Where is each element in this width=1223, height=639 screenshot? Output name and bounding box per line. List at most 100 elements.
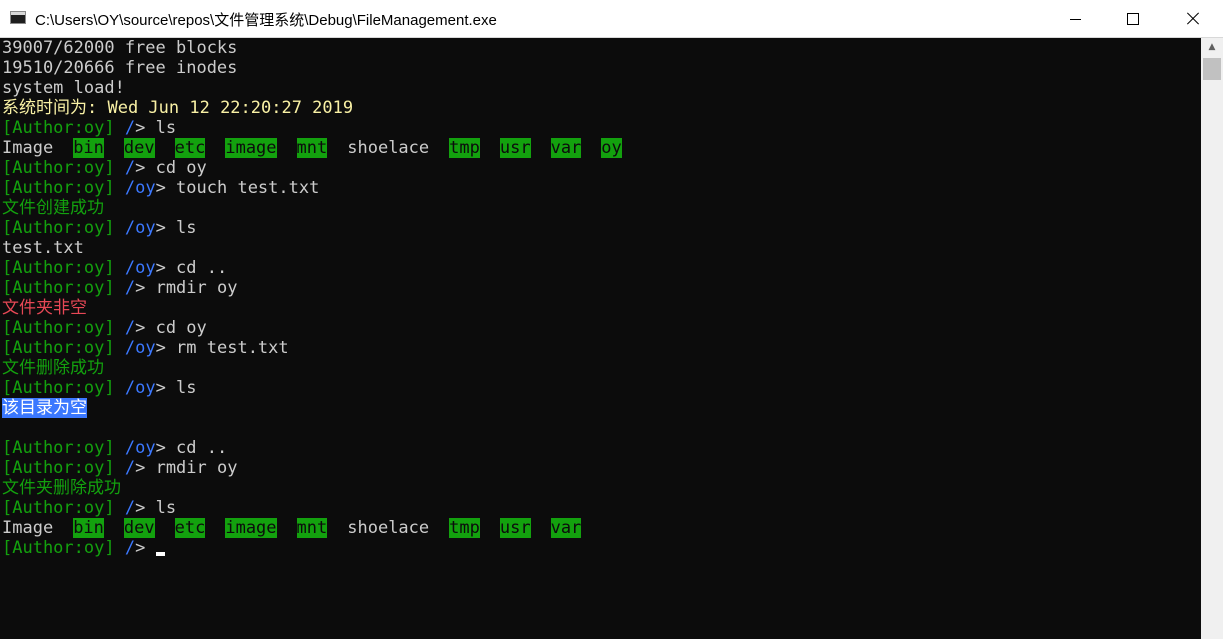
error-message-text: 文件夹非空 [2,298,87,318]
prompt-line: [Author:oy] /oy> ls [2,218,197,238]
command-text: ls [155,498,177,518]
output-text: 19510/20666 free inodes [2,58,238,78]
output-line: 39007/62000 free blocks [2,38,237,58]
command-text: cd .. [176,438,228,458]
directory-entry: tmp [449,138,480,158]
command-text: cd oy [155,318,207,338]
window-title: C:\Users\OY\source\repos\文件管理系统\Debug\Fi… [35,12,497,29]
output-text: 39007/62000 free blocks [2,38,238,58]
directory-entry: bin [73,518,104,538]
system-time-value: Wed Jun 12 22:20:27 2019 [107,98,354,118]
prompt-path: / [124,498,136,518]
minimize-icon [1069,18,1081,20]
prompt-path: /oy [124,438,156,458]
prompt-line: [Author:oy] /oy> touch test.txt [2,178,319,198]
selected-output-line: 该目录为空 [2,398,87,418]
command-text: rmdir oy [155,278,238,298]
selected-text: 该目录为空 [2,398,87,418]
close-button[interactable] [1162,0,1223,38]
prompt-symbol: > [135,158,156,178]
file-entry: shoelace [347,138,430,158]
prompt-user: [Author:oy] [2,178,115,198]
title-bar[interactable]: C:\Users\OY\source\repos\文件管理系统\Debug\Fi… [0,0,1223,38]
vertical-scrollbar[interactable]: ▲ [1201,38,1223,639]
success-message: 文件删除成功 [2,358,104,378]
error-message: 文件夹非空 [2,298,87,318]
prompt-symbol: > [155,218,177,238]
directory-entry: etc [174,138,206,158]
prompt-user: [Author:oy] [2,338,115,358]
output-line: test.txt [2,238,84,258]
prompt-line: [Author:oy] /oy> rm test.txt [2,338,289,358]
console-app-icon [10,11,26,24]
directory-entry: dev [123,138,155,158]
prompt-user: [Author:oy] [2,118,115,138]
close-icon [1186,12,1200,26]
output-text: system load! [2,78,125,98]
scrollbar-thumb[interactable] [1203,58,1221,80]
command-text: ls [176,378,197,398]
prompt-path: / [124,458,136,478]
directory-entry: var [550,138,582,158]
file-entry: shoelace [347,518,430,538]
prompt-line: [Author:oy] /oy> cd .. [2,438,227,458]
directory-entry: image [225,138,277,158]
directory-entry: usr [499,518,531,538]
maximize-button[interactable] [1104,0,1162,38]
directory-entry: var [550,518,582,538]
console-window: C:\Users\OY\source\repos\文件管理系统\Debug\Fi… [0,0,1223,639]
prompt-user: [Author:oy] [2,218,115,238]
prompt-line: [Author:oy] /> rmdir oy [2,458,237,478]
success-message-text: 文件创建成功 [2,198,104,218]
directory-listing: Image bin dev etc image mnt shoelace tmp usr var [2,518,601,538]
success-message-text: 文件夹删除成功 [2,478,121,498]
prompt-user: [Author:oy] [2,498,115,518]
output-text: test.txt [2,238,84,258]
prompt-path: / [124,158,136,178]
success-message: 文件夹删除成功 [2,478,121,498]
system-time-label: 系统时间为: [2,98,108,118]
scroll-up-arrow-icon[interactable]: ▲ [1201,38,1223,56]
directory-entry: image [225,518,277,538]
prompt-user: [Author:oy] [2,538,115,558]
prompt-user: [Author:oy] [2,318,115,338]
prompt-path: / [124,538,136,558]
prompt-line: [Author:oy] /> rmdir oy [2,278,237,298]
prompt-line: [Author:oy] /> cd oy [2,158,207,178]
prompt-user: [Author:oy] [2,438,115,458]
directory-entry: oy [601,138,622,158]
command-text: cd oy [155,158,207,178]
prompt-line: [Author:oy] /> ls [2,498,176,518]
command-text: touch test.txt [176,178,320,198]
directory-entry: bin [73,138,104,158]
command-text: ls [176,218,197,238]
directory-listing: Image bin dev etc image mnt shoelace tmp usr var o… [2,138,642,158]
success-message: 文件创建成功 [2,198,104,218]
system-time-line: 系统时间为: Wed Jun 12 22:20:27 2019 [2,98,353,118]
prompt-symbol: > [135,458,156,478]
directory-entry: etc [174,518,206,538]
directory-entry: usr [499,138,531,158]
prompt-line: [Author:oy] /oy> ls [2,378,197,398]
prompt-path: / [124,118,136,138]
directory-entry: dev [123,518,155,538]
prompt-path: /oy [124,338,156,358]
prompt-user: [Author:oy] [2,158,115,178]
prompt-path: / [124,318,136,338]
prompt-user: [Author:oy] [2,278,115,298]
output-line: system load! [2,78,125,98]
prompt-symbol: > [135,278,156,298]
prompt-user: [Author:oy] [2,458,115,478]
prompt-symbol: > [155,438,177,458]
prompt-path: /oy [124,178,156,198]
directory-entry: mnt [296,518,328,538]
success-message-text: 文件删除成功 [2,358,104,378]
prompt-line: [Author:oy] /oy> cd .. [2,258,227,278]
prompt-symbol: > [155,338,177,358]
minimize-button[interactable] [1046,0,1104,38]
prompt-user: [Author:oy] [2,258,115,278]
file-entry: Image [2,138,54,158]
terminal-output[interactable]: 39007/62000 free blocks 19510/20666 free … [0,38,1201,639]
output-line: 19510/20666 free inodes [2,58,237,78]
prompt-symbol: > [155,178,177,198]
